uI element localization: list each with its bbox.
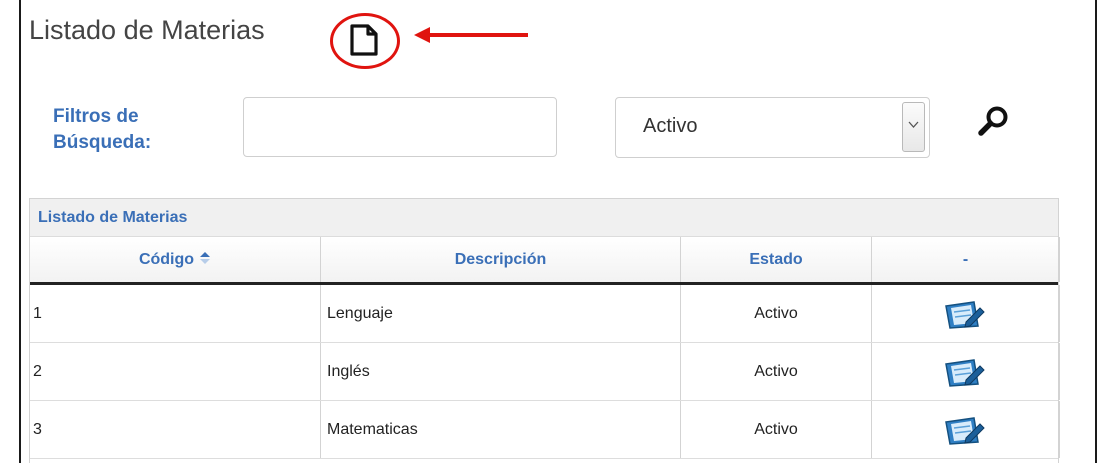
column-label: - (962, 251, 969, 268)
cell-codigo: 1 (30, 285, 321, 342)
edit-icon[interactable] (944, 300, 986, 330)
column-header-descripcion[interactable]: Descripción (321, 237, 681, 282)
annotation-arrow (414, 27, 528, 43)
table-row[interactable]: 2 Inglés Activo (30, 343, 1060, 401)
dropdown-button[interactable] (902, 102, 925, 152)
cell-estado: Activo (681, 343, 872, 400)
cell-estado: Activo (681, 401, 872, 458)
table-row[interactable]: 1 Lenguaje Activo (30, 285, 1060, 343)
cell-descripcion: Inglés (321, 343, 681, 400)
edit-icon[interactable] (944, 416, 986, 446)
materias-grid: Listado de Materias Código Descripción E… (29, 198, 1060, 463)
column-header-codigo[interactable]: Código (30, 237, 321, 282)
cell-actions (872, 343, 1060, 400)
page-title: Listado de Materias (29, 15, 265, 45)
cell-descripcion: Lenguaje (321, 285, 681, 342)
cell-codigo: 2 (30, 343, 321, 400)
status-select[interactable]: Activo (615, 97, 930, 158)
grid-caption: Listado de Materias (30, 199, 1058, 237)
column-header-actions: - (872, 237, 1060, 282)
cell-actions (872, 285, 1060, 342)
cell-actions (872, 401, 1060, 458)
cell-codigo: 3 (30, 401, 321, 458)
cell-descripcion: Matematicas (321, 401, 681, 458)
sort-asc-icon[interactable] (199, 251, 211, 265)
grid-header: Código Descripción Estado - (30, 237, 1060, 285)
new-document-icon[interactable] (347, 22, 381, 58)
column-label: Código (138, 251, 195, 268)
search-input[interactable] (243, 97, 557, 157)
column-header-estado[interactable]: Estado (681, 237, 872, 282)
filters-label: Filtros de Búsqueda: (53, 106, 152, 153)
grid-caption-label: Listado de Materias (38, 209, 188, 226)
table-row[interactable]: 3 Matematicas Activo (30, 401, 1060, 459)
column-label: Estado (749, 251, 803, 268)
edit-icon[interactable] (944, 358, 986, 388)
search-icon[interactable] (975, 104, 1011, 140)
chevron-down-icon (908, 121, 919, 128)
column-label: Descripción (454, 251, 547, 268)
cell-estado: Activo (681, 285, 872, 342)
status-select-value: Activo (643, 115, 698, 137)
